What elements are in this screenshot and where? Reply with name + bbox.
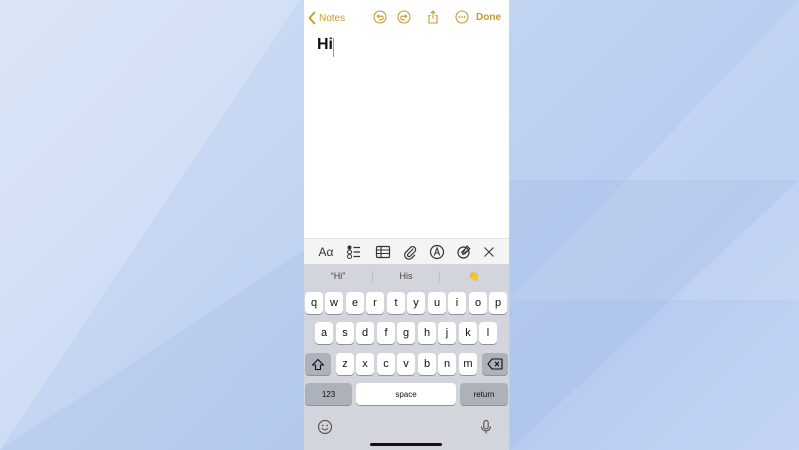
back-button[interactable]: Notes [307, 9, 345, 27]
attachment-icon[interactable] [402, 244, 418, 260]
key-q[interactable]: q [305, 292, 323, 314]
navigation-bar: Notes Done [304, 0, 509, 36]
predictive-bar: “Hi” His 👋 [304, 264, 509, 289]
key-t[interactable]: t [387, 292, 405, 314]
space-key[interactable]: space [356, 383, 456, 405]
back-label: Notes [319, 12, 346, 24]
more-icon[interactable] [455, 10, 469, 24]
note-text[interactable]: Hi [317, 36, 333, 54]
done-button[interactable]: Done [476, 12, 501, 23]
checklist-icon[interactable] [346, 244, 362, 260]
key-p[interactable]: p [489, 292, 507, 314]
prediction-divider [439, 271, 440, 282]
key-a[interactable]: a [315, 322, 333, 344]
chevron-left-icon [308, 11, 316, 25]
share-icon[interactable] [426, 10, 440, 24]
emoji-icon[interactable] [317, 419, 333, 435]
key-i[interactable]: i [448, 292, 466, 314]
key-u[interactable]: u [428, 292, 446, 314]
key-s[interactable]: s [336, 322, 354, 344]
prediction-2[interactable]: His [382, 271, 430, 281]
markup-icon[interactable] [429, 244, 445, 260]
key-j[interactable]: j [438, 322, 456, 344]
home-indicator[interactable] [370, 443, 442, 446]
prediction-1[interactable]: “Hi” [314, 271, 362, 281]
sketch-icon[interactable] [456, 244, 472, 260]
table-icon[interactable] [375, 244, 391, 260]
close-icon[interactable] [481, 244, 497, 260]
key-c[interactable]: c [377, 353, 395, 375]
key-b[interactable]: b [418, 353, 436, 375]
phone-screen: Notes Done Hi Aα “Hi” His 👋 q w e r t y … [304, 0, 509, 450]
key-x[interactable]: x [356, 353, 374, 375]
return-key[interactable]: return [460, 383, 508, 405]
key-r[interactable]: r [366, 292, 384, 314]
shift-icon [311, 358, 325, 370]
backspace-icon [487, 358, 503, 370]
key-h[interactable]: h [418, 322, 436, 344]
key-n[interactable]: n [438, 353, 456, 375]
key-w[interactable]: w [325, 292, 343, 314]
key-e[interactable]: e [346, 292, 364, 314]
key-g[interactable]: g [397, 322, 415, 344]
text-cursor [333, 38, 334, 57]
key-m[interactable]: m [459, 353, 477, 375]
keyboard: “Hi” His 👋 q w e r t y u i o p a s d f g… [304, 264, 509, 450]
prediction-divider [372, 271, 373, 282]
shift-key[interactable] [305, 353, 331, 375]
delete-key[interactable] [482, 353, 508, 375]
key-y[interactable]: y [407, 292, 425, 314]
prediction-3[interactable]: 👋 [450, 271, 498, 282]
key-v[interactable]: v [397, 353, 415, 375]
key-f[interactable]: f [377, 322, 395, 344]
key-o[interactable]: o [469, 292, 487, 314]
numbers-key[interactable]: 123 [305, 383, 352, 405]
text-style-button[interactable]: Aα [318, 244, 334, 260]
key-z[interactable]: z [336, 353, 354, 375]
undo-icon[interactable] [373, 10, 387, 24]
format-toolbar: Aα [304, 238, 509, 265]
key-d[interactable]: d [356, 322, 374, 344]
microphone-icon[interactable] [478, 419, 494, 435]
redo-icon[interactable] [397, 10, 411, 24]
key-k[interactable]: k [459, 322, 477, 344]
key-l[interactable]: l [479, 322, 497, 344]
